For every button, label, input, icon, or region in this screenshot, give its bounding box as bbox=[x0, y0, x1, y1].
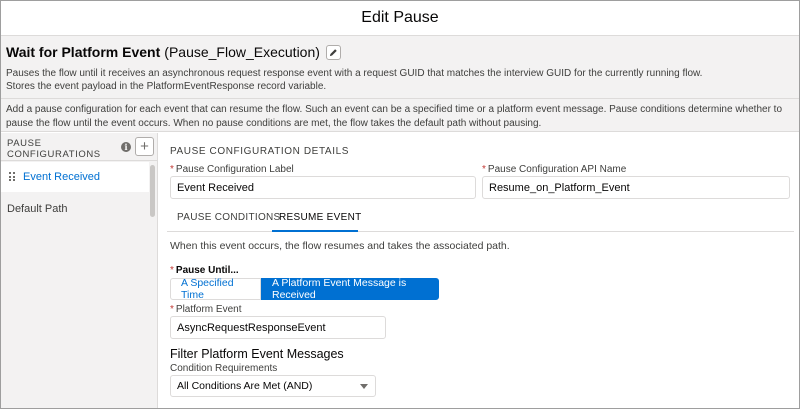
pause-until-label: * Pause Until... bbox=[170, 265, 239, 276]
filter-title: Filter Platform Event Messages bbox=[170, 347, 344, 361]
chevron-down-icon bbox=[360, 384, 368, 389]
specified-time-button[interactable]: A Specified Time bbox=[170, 277, 261, 301]
pause-configurations-sidebar: PAUSE CONFIGURATIONS i + Event Received … bbox=[1, 133, 158, 408]
drag-handle-icon[interactable] bbox=[9, 172, 15, 182]
divider bbox=[1, 98, 799, 99]
element-info-panel: Wait for Platform Event (Pause_Flow_Exec… bbox=[1, 36, 799, 132]
sidebar-item-label: Event Received bbox=[23, 171, 101, 183]
add-pause-configuration-button[interactable]: + bbox=[135, 137, 154, 156]
element-title-row: Wait for Platform Event (Pause_Flow_Exec… bbox=[6, 44, 341, 60]
resume-event-intro: When this event occurs, the flow resumes… bbox=[170, 240, 510, 252]
sidebar-item-default-path[interactable]: Default Path bbox=[7, 203, 68, 215]
required-marker: * bbox=[170, 164, 174, 175]
platform-event-text: Platform Event bbox=[175, 304, 242, 315]
tab-pause-conditions[interactable]: PAUSE CONDITIONS bbox=[177, 212, 281, 223]
modal-title: Edit Pause bbox=[361, 9, 439, 26]
info-icon[interactable]: i bbox=[121, 142, 131, 152]
sidebar-heading: PAUSE CONFIGURATIONS bbox=[7, 138, 101, 160]
section-title: PAUSE CONFIGURATION DETAILS bbox=[170, 146, 349, 157]
platform-event-message-button[interactable]: A Platform Event Message is Received bbox=[261, 277, 439, 301]
active-tab-indicator bbox=[272, 230, 358, 232]
api-name-field-text: Pause Configuration API Name bbox=[487, 164, 627, 175]
pencil-icon bbox=[329, 48, 337, 56]
label-field-label: * Pause Configuration Label bbox=[170, 164, 294, 175]
edit-pause-modal: Edit Pause Wait for Platform Event (Paus… bbox=[0, 0, 800, 409]
platform-event-label: * Platform Event bbox=[170, 304, 242, 315]
condition-requirements-label: Condition Requirements bbox=[170, 363, 278, 374]
help-text: Add a pause configuration for each event… bbox=[6, 104, 783, 129]
required-marker: * bbox=[170, 304, 174, 315]
pause-until-toggle: A Specified Time A Platform Event Messag… bbox=[170, 277, 439, 301]
description-line-2: Stores the event payload in the Platform… bbox=[6, 81, 327, 92]
sidebar-header: PAUSE CONFIGURATIONS i + bbox=[1, 133, 158, 161]
pause-configuration-label-input[interactable]: Event Received bbox=[170, 176, 476, 199]
edit-element-button[interactable] bbox=[325, 44, 341, 60]
api-name-field-label: * Pause Configuration API Name bbox=[482, 164, 626, 175]
label-field-text: Pause Configuration Label bbox=[175, 164, 294, 175]
select-value: All Conditions Are Met (AND) bbox=[177, 380, 313, 392]
required-marker: * bbox=[170, 265, 174, 276]
required-marker: * bbox=[482, 164, 486, 175]
modal-header: Edit Pause bbox=[1, 1, 799, 36]
sidebar-scrollbar[interactable] bbox=[150, 165, 155, 217]
pause-until-text: Pause Until... bbox=[175, 265, 239, 276]
tabs-border bbox=[167, 231, 794, 232]
condition-requirements-select[interactable]: All Conditions Are Met (AND) bbox=[170, 375, 376, 397]
tab-resume-event[interactable]: RESUME EVENT bbox=[279, 212, 362, 223]
element-title: Wait for Platform Event bbox=[6, 44, 161, 60]
element-description: Pauses the flow until it receives an asy… bbox=[6, 67, 786, 93]
platform-event-input[interactable]: AsyncRequestResponseEvent bbox=[170, 316, 386, 339]
pause-configuration-api-name-input[interactable]: Resume_on_Platform_Event bbox=[482, 176, 790, 199]
description-line-1: Pauses the flow until it receives an asy… bbox=[6, 68, 703, 79]
pause-configuration-details: PAUSE CONFIGURATION DETAILS * Pause Confi… bbox=[159, 133, 799, 408]
element-api-name: (Pause_Flow_Execution) bbox=[164, 44, 320, 60]
sidebar-item-event-received[interactable]: Event Received bbox=[1, 162, 149, 192]
